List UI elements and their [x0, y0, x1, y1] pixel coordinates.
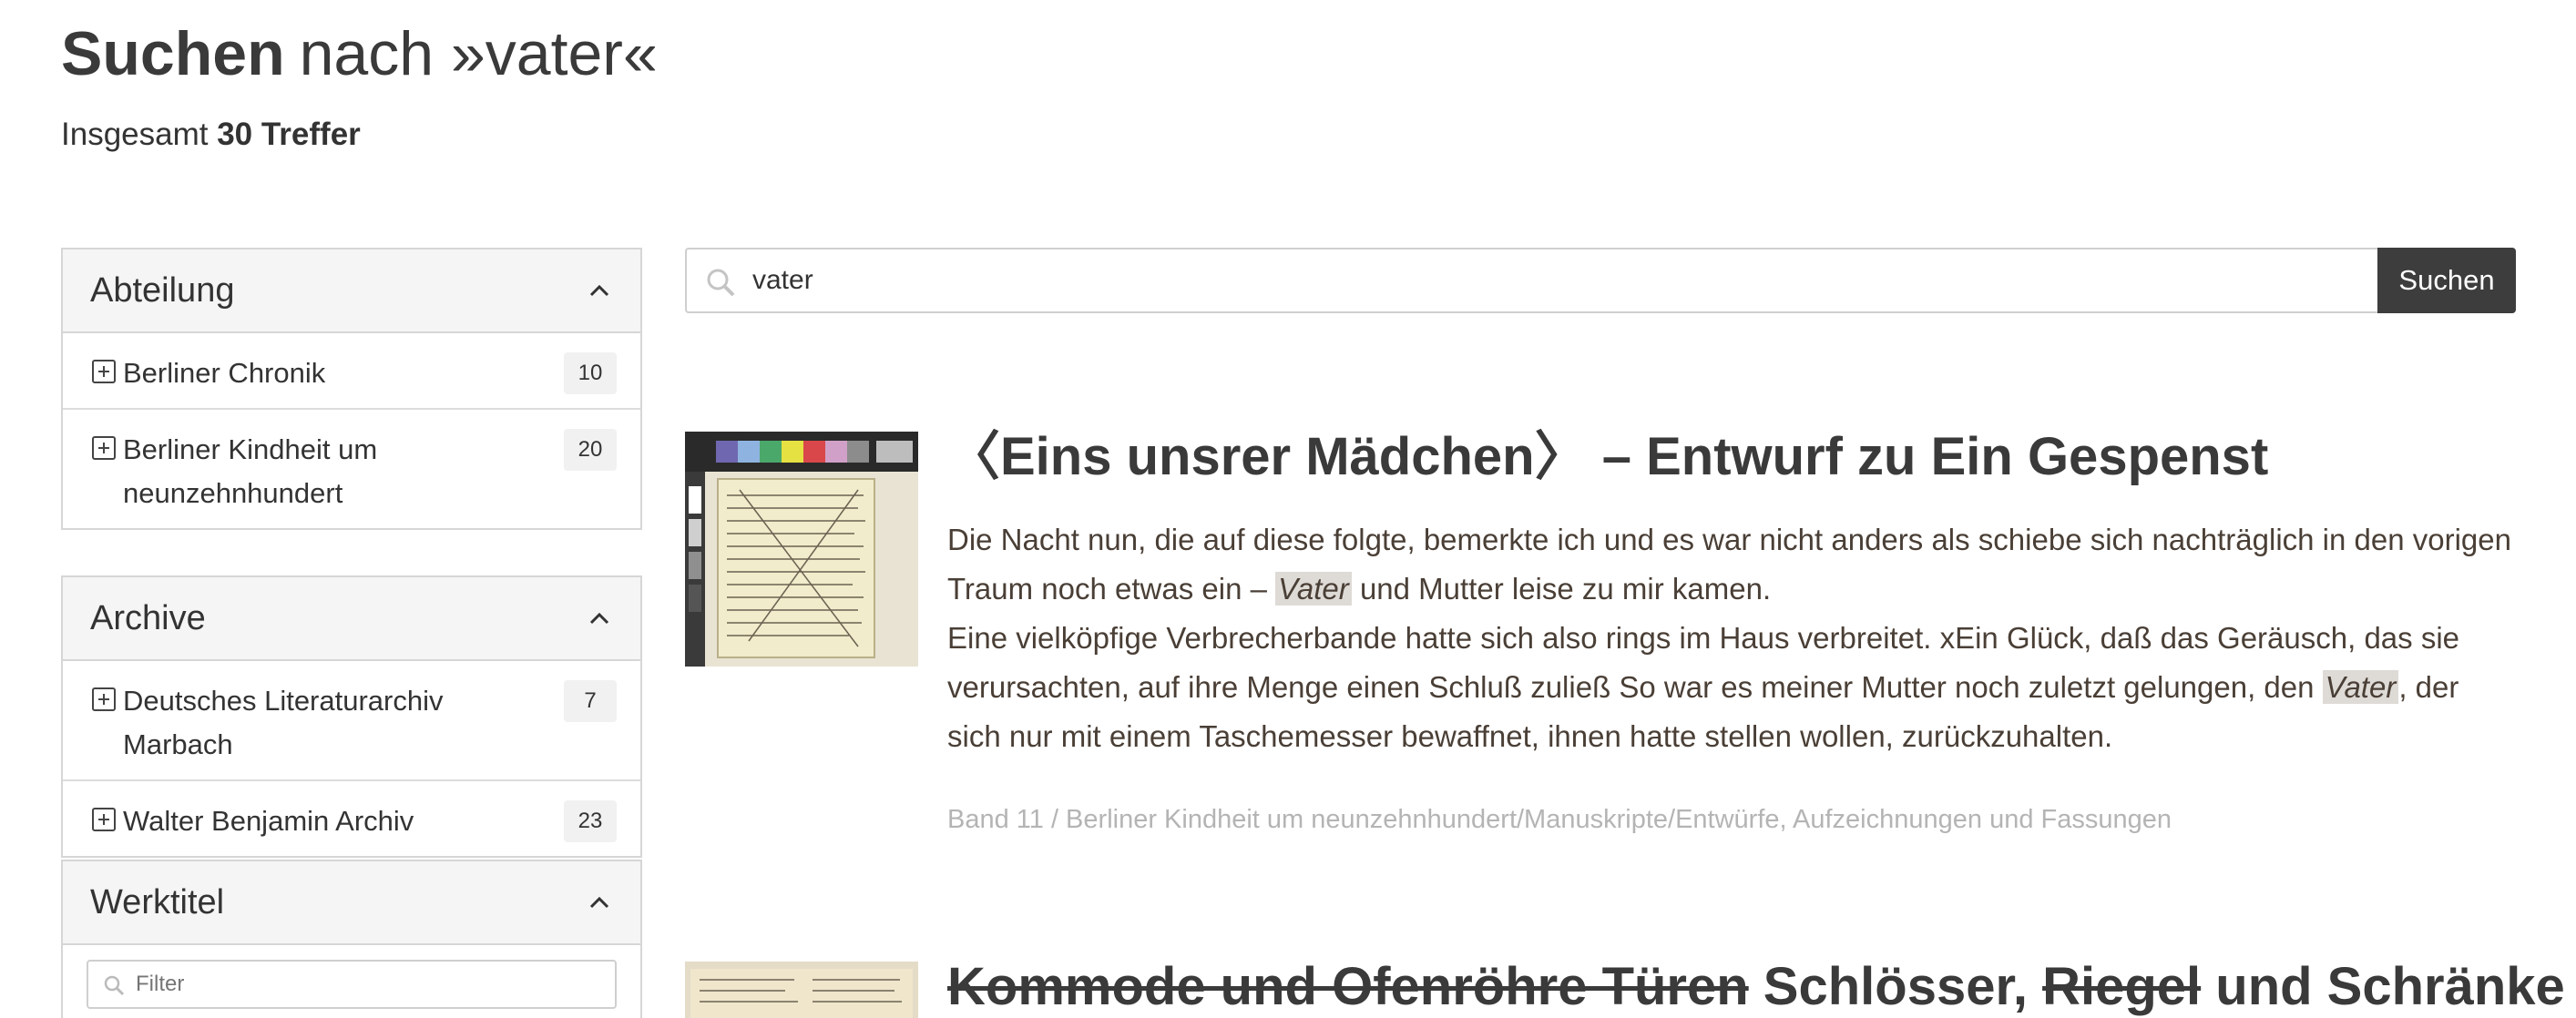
title-text: und Schränke: [2201, 957, 2565, 1016]
excerpt-text: und Mutter leise zu mir kamen.: [1351, 572, 1772, 606]
result-total-prefix: Insgesamt: [61, 117, 209, 152]
count-badge: 20: [564, 429, 617, 471]
facet-item-label: Deutsches Literaturarchiv Marbach: [123, 685, 444, 760]
result-meta: Band 11 / Berliner Kindheit um neunzehnh…: [947, 805, 2172, 834]
facet-archive-header[interactable]: Archive: [63, 577, 640, 661]
facet-item-berliner-chronik[interactable]: Berliner Chronik 10: [63, 333, 640, 410]
plus-square-icon[interactable]: [92, 360, 116, 383]
result-title[interactable]: Kommode und Ofenröhre Türen Schlösser, R…: [947, 951, 2565, 1018]
filter-input[interactable]: [88, 962, 615, 1007]
excerpt-text: Eine vielköpfige Verbrecherbande hatte s…: [947, 621, 2460, 704]
search-icon: [103, 974, 125, 1001]
plus-square-icon[interactable]: [92, 436, 116, 460]
facet-werktitel-header[interactable]: Werktitel: [63, 861, 640, 945]
plus-square-icon[interactable]: [92, 687, 116, 711]
result-thumbnail[interactable]: [685, 962, 918, 1018]
chevron-up-icon[interactable]: [584, 603, 615, 634]
count-badge: 7: [564, 680, 617, 722]
facet-item-walter-benjamin-archiv[interactable]: Walter Benjamin Archiv 23: [63, 781, 640, 856]
facet-abteilung: Abteilung Berliner Chronik 10 Berliner K…: [61, 248, 642, 530]
facet-filter-wrap: [63, 945, 640, 1018]
facet-item-label: Walter Benjamin Archiv: [123, 805, 414, 837]
page-title-strong: Suchen: [61, 19, 285, 88]
facet-title: Abteilung: [90, 270, 235, 310]
facet-item-berliner-kindheit[interactable]: Berliner Kindheit um neunzehnhundert 20: [63, 410, 640, 528]
search-button[interactable]: Suchen: [2377, 248, 2516, 313]
title-text: Schlösser,: [1748, 957, 2043, 1016]
chevron-up-icon[interactable]: [584, 887, 615, 918]
page-title: Suchen nach »vater«: [61, 13, 658, 95]
search-input[interactable]: [687, 249, 2377, 311]
result-total: Insgesamt 30 Treffer: [61, 113, 361, 157]
result-excerpt: Die Nacht nun, die auf diese folgte, bem…: [947, 515, 2514, 761]
result-thumbnail[interactable]: [685, 432, 918, 667]
result-title[interactable]: 〈Eins unsrer Mädchen〉 – Entwurf zu Ein G…: [947, 421, 2268, 494]
search-highlight: Vater: [2322, 670, 2399, 704]
result-total-count: 30 Treffer: [217, 117, 361, 152]
facet-title: Archive: [90, 598, 206, 637]
count-badge: 23: [564, 800, 617, 842]
search-highlight: Vater: [1275, 572, 1352, 606]
plus-square-icon[interactable]: [92, 808, 116, 831]
facet-item-dla-marbach[interactable]: Deutsches Literaturarchiv Marbach 7: [63, 661, 640, 781]
count-badge: 10: [564, 352, 617, 394]
title-deleted-text: Kommode und Ofenröhre Türen: [947, 957, 1749, 1016]
title-deleted-text: Riegel: [2042, 957, 2202, 1016]
facet-item-label: Berliner Kindheit um neunzehnhundert: [123, 433, 378, 509]
search-icon: [705, 267, 736, 302]
page-title-query: nach »vater«: [299, 19, 658, 88]
chevron-up-icon[interactable]: [584, 275, 615, 306]
facet-abteilung-header[interactable]: Abteilung: [63, 249, 640, 333]
facet-filter: [87, 960, 617, 1009]
facet-title: Werktitel: [90, 882, 225, 921]
facet-item-label: Berliner Chronik: [123, 357, 326, 389]
facet-archive: Archive Deutsches Literaturarchiv Marbac…: [61, 575, 642, 858]
search-box: [685, 248, 2377, 313]
facet-werktitel: Werktitel: [61, 860, 642, 1018]
